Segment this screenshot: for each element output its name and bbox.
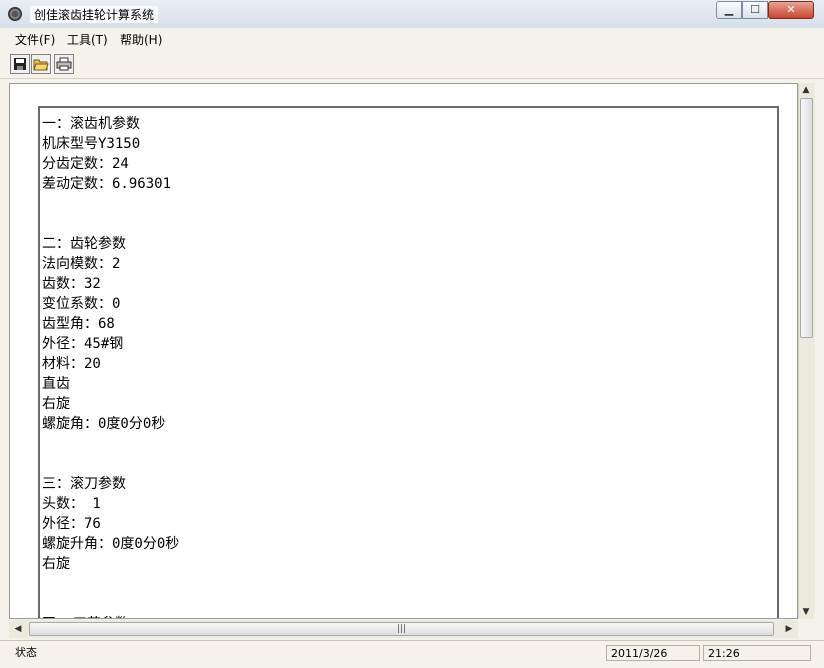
document-line: 直齿 [42,376,70,392]
print-button[interactable] [54,54,74,74]
scroll-up-icon[interactable]: ▲ [799,83,813,97]
horizontal-scroll-thumb[interactable]: ||| [29,622,774,636]
document-line: 齿型角：68 [42,316,115,332]
menu-tools[interactable]: 工具(T) [67,31,108,48]
status-date: 2011/3/26 [606,645,700,661]
document-page: 一：滚齿机参数 机床型号Y3150 分齿定数：24 差动定数：6.96301 二：齿轮… [38,106,779,618]
menu-file[interactable]: 文件(F) [15,31,55,48]
open-button[interactable] [31,54,51,74]
document-line: 螺旋升角：0度0分0秒 [42,536,180,552]
document-line: 二：齿轮参数 [42,236,126,252]
status-time: 21:26 [703,645,811,661]
vertical-scrollbar[interactable]: ▲ ▼ [798,83,815,619]
horizontal-scrollbar[interactable]: ◀ ||| ▶ [9,620,798,638]
scroll-left-icon[interactable]: ◀ [11,622,25,636]
minimize-button[interactable]: ▁ [716,1,742,19]
document-line: 螺旋角：0度0分0秒 [42,416,166,432]
minimize-icon: ▁ [724,3,734,16]
maximize-button[interactable]: ☐ [742,1,768,19]
menu-help[interactable]: 帮助(H) [120,31,162,48]
app-icon[interactable] [8,7,22,21]
save-icon [14,58,26,70]
toolbar [0,50,824,79]
scroll-down-icon[interactable]: ▼ [799,605,813,619]
document-line: 齿数：32 [42,276,101,292]
save-button[interactable] [10,54,30,74]
document-line: 差动定数：6.96301 [42,176,172,192]
document-line: 外径：45#钢 [42,336,124,352]
document-line: 机床型号Y3150 [42,136,141,152]
document-line: 四. 工艺参数 [42,614,179,618]
document-line: 材料：20 [42,356,101,372]
maximize-icon: ☐ [750,3,760,16]
menu-bar: 文件(F) 工具(T) 帮助(H) [0,28,824,66]
title-bar: 创佳滚齿挂轮计算系统 ▁ ☐ ✕ [0,0,824,29]
close-button[interactable]: ✕ [768,1,814,19]
window-title: 创佳滚齿挂轮计算系统 [30,6,159,23]
document-line: 变位系数：0 [42,296,121,312]
document-line: 分齿定数：24 [42,156,129,172]
document-line: 右旋 [42,396,70,412]
document-line: 三：滚刀参数 [42,476,126,492]
scroll-right-icon[interactable]: ▶ [782,622,796,636]
close-icon: ✕ [786,3,796,16]
document-line: 右旋 [42,556,70,572]
document-line: 一：滚齿机参数 [42,116,140,132]
document-line: 法向模数：2 [42,256,121,272]
document-text: 一：滚齿机参数 机床型号Y3150 分齿定数：24 差动定数：6.96301 二：齿轮… [42,114,180,618]
document-view[interactable]: 一：滚齿机参数 机床型号Y3150 分齿定数：24 差动定数：6.96301 二：齿轮… [9,83,798,619]
document-line: 外径：76 [42,516,101,532]
open-folder-icon [33,59,49,71]
status-bar: 状态 2011/3/26 21:26 [0,640,824,668]
document-line: 头数： 1 [42,496,101,512]
printer-icon [56,57,72,71]
status-text: 状态 [15,646,37,659]
vertical-scroll-thumb[interactable] [800,98,813,338]
